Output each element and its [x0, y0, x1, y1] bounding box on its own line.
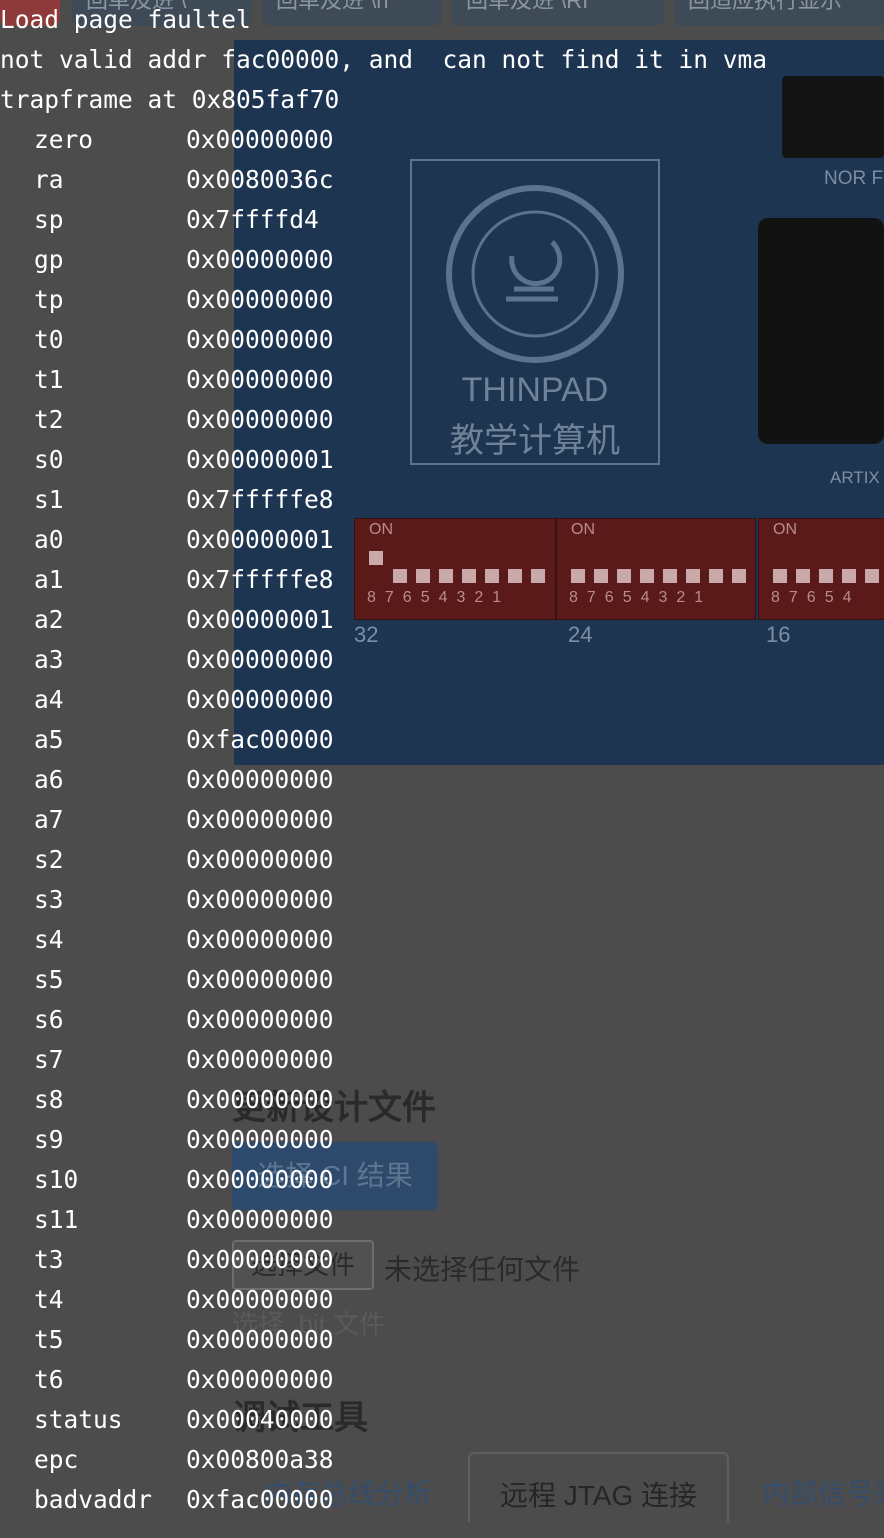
register-name: s6 — [34, 1005, 64, 1034]
switch-bank-index: 16 — [766, 622, 791, 647]
logo-subtitle: 教学计算机 — [450, 422, 620, 460]
nor-flash-chip — [782, 76, 884, 158]
register-name: s0 — [34, 445, 64, 474]
register-value: 0x00000000 — [186, 845, 334, 874]
switch-on-label: ON — [571, 521, 595, 538]
browser-tab-bar: 回单及进 \ 回单及进 \n 回单及进 \RI 回适应执行显示 — [0, 0, 884, 40]
tab-memory-bus-analysis[interactable]: 内存总线分析 — [264, 1452, 432, 1522]
register-row: s6 0x00000000 — [0, 1000, 884, 1040]
register-name: s7 — [34, 1045, 64, 1074]
switch-numbers: 87654321 — [569, 589, 713, 606]
register-value: 0x00000000 — [186, 965, 334, 994]
register-name: ra — [34, 165, 64, 194]
register-name: t4 — [34, 1285, 64, 1314]
register-value: 0x00000000 — [186, 885, 334, 914]
switch-numbers: 87654321 — [367, 589, 511, 606]
tab-internal-signal[interactable]: 内部信号采 — [762, 1452, 884, 1522]
register-name: zero — [34, 125, 94, 154]
register-name: a4 — [34, 685, 64, 714]
register-name: status — [34, 1405, 123, 1434]
register-name: a3 — [34, 645, 64, 674]
nor-flash-label: NOR F — [824, 168, 884, 189]
register-row: badvaddr 0xfac00000 — [0, 1480, 884, 1520]
register-name: s8 — [34, 1085, 64, 1114]
register-name: t5 — [34, 1325, 64, 1354]
register-name: t2 — [34, 405, 64, 434]
browser-tab-3[interactable]: 回单及进 \RI — [452, 0, 664, 26]
register-name: gp — [34, 245, 64, 274]
logo-title: THINPAD — [461, 371, 609, 409]
browser-tab-4[interactable]: 回适应执行显示 — [674, 0, 884, 26]
register-name: s10 — [34, 1165, 79, 1194]
register-row: s7 0x00000000 — [0, 1040, 884, 1080]
register-name: s9 — [34, 1125, 64, 1154]
dip-switch-bank-32[interactable]: ON 87654321 — [354, 518, 556, 620]
register-name: s3 — [34, 885, 64, 914]
browser-tab-2[interactable]: 回单及进 \n — [262, 0, 442, 26]
register-row: s2 0x00000000 — [0, 840, 884, 880]
register-name: badvaddr — [34, 1485, 153, 1514]
register-name: t3 — [34, 1245, 64, 1274]
register-name: t1 — [34, 365, 64, 394]
register-value: 0x00000000 — [186, 925, 334, 954]
register-name: s5 — [34, 965, 64, 994]
register-name: a1 — [34, 565, 64, 594]
register-row: s4 0x00000000 — [0, 920, 884, 960]
switch-bank-index: 24 — [568, 622, 593, 647]
register-row: a7 0x00000000 — [0, 800, 884, 840]
register-row: s11 0x00000000 — [0, 1200, 884, 1240]
register-name: tp — [34, 285, 64, 314]
register-row: s9 0x00000000 — [0, 1120, 884, 1160]
select-ci-result-button[interactable]: 选择 CI 结果 — [232, 1142, 438, 1210]
update-design-title: 更新设计文件 — [232, 1089, 436, 1127]
register-row: status 0x00040000 — [0, 1400, 884, 1440]
register-row: s10 0x00000000 — [0, 1160, 884, 1200]
choose-file-button[interactable]: 选择文件 — [232, 1240, 374, 1290]
register-name: s11 — [34, 1205, 79, 1234]
register-row: s5 0x00000000 — [0, 960, 884, 1000]
register-row: s3 0x00000000 — [0, 880, 884, 920]
dip-switch-bank-16[interactable]: ON 87654 — [758, 518, 884, 620]
thinpad-board-image: THINPAD 教学计算机 NOR F ARTIX ON 87654321 32… — [234, 40, 884, 765]
register-name: sp — [34, 205, 64, 234]
register-row: epc 0x00800a38 — [0, 1440, 884, 1480]
switch-toggle[interactable] — [369, 551, 383, 565]
bit-file-hint: 选择 .bit 文件 — [232, 1309, 386, 1339]
dip-switch-bank-24[interactable]: ON 87654321 — [556, 518, 756, 620]
register-name: a0 — [34, 525, 64, 554]
register-name: epc — [34, 1445, 79, 1474]
fpga-chip — [758, 218, 884, 444]
register-name: a2 — [34, 605, 64, 634]
register-row: t5 0x00000000 — [0, 1320, 884, 1360]
register-value: 0x00000000 — [186, 1045, 334, 1074]
switch-on-label: ON — [773, 521, 797, 538]
register-name: s2 — [34, 845, 64, 874]
register-row: s8 0x00000000 — [0, 1080, 884, 1120]
register-name: a5 — [34, 725, 64, 754]
tab-remote-jtag[interactable]: 远程 JTAG 连接 — [468, 1452, 730, 1522]
switch-bank-index: 32 — [354, 622, 379, 647]
register-value: 0x00000000 — [186, 805, 334, 834]
register-name: a6 — [34, 765, 64, 794]
register-name: s4 — [34, 925, 64, 954]
tsinghua-seal-icon — [446, 185, 624, 363]
fpga-label: ARTIX — [830, 468, 880, 487]
register-name: a7 — [34, 805, 64, 834]
switch-on-label: ON — [369, 521, 393, 538]
register-row: a6 0x00000000 — [0, 760, 884, 800]
switch-numbers: 87654 — [771, 589, 861, 606]
register-row: t6 0x00000000 — [0, 1360, 884, 1400]
register-name: t6 — [34, 1365, 64, 1394]
register-name: s1 — [34, 485, 64, 514]
register-name: t0 — [34, 325, 64, 354]
close-tab-button[interactable] — [0, 0, 60, 26]
browser-tab-1[interactable]: 回单及进 \ — [72, 0, 252, 26]
debug-tools-title: 调试工具 — [232, 1399, 368, 1437]
file-status: 未选择任何文件 — [384, 1254, 581, 1285]
register-value: 0x00000000 — [186, 1005, 334, 1034]
thinpad-logo: THINPAD 教学计算机 — [410, 159, 660, 465]
register-value: 0x00000000 — [186, 765, 334, 794]
